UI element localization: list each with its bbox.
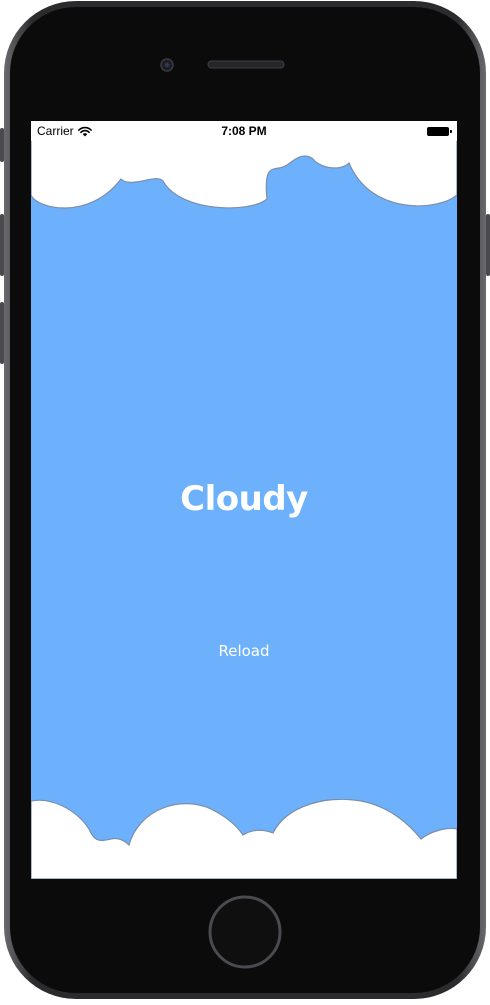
app-screen: Carrier 7:08 PM Cloudy Reload <box>31 121 457 879</box>
power-button[interactable] <box>486 214 490 276</box>
bottom-clouds <box>31 799 457 879</box>
battery-icon <box>427 127 452 136</box>
speaker-grille-icon <box>207 60 285 69</box>
status-bar: Carrier 7:08 PM <box>31 121 457 141</box>
volume-down-button[interactable] <box>0 302 4 364</box>
volume-up-button[interactable] <box>0 214 4 276</box>
iphone-device: Carrier 7:08 PM Cloudy Reload <box>0 0 490 1000</box>
mute-switch[interactable] <box>0 128 4 162</box>
weather-condition-title: Cloudy <box>180 479 308 519</box>
front-camera-icon <box>160 58 174 72</box>
reload-button[interactable]: Reload <box>194 637 294 665</box>
status-time: 7:08 PM <box>221 124 267 138</box>
home-button-icon[interactable] <box>208 895 282 969</box>
